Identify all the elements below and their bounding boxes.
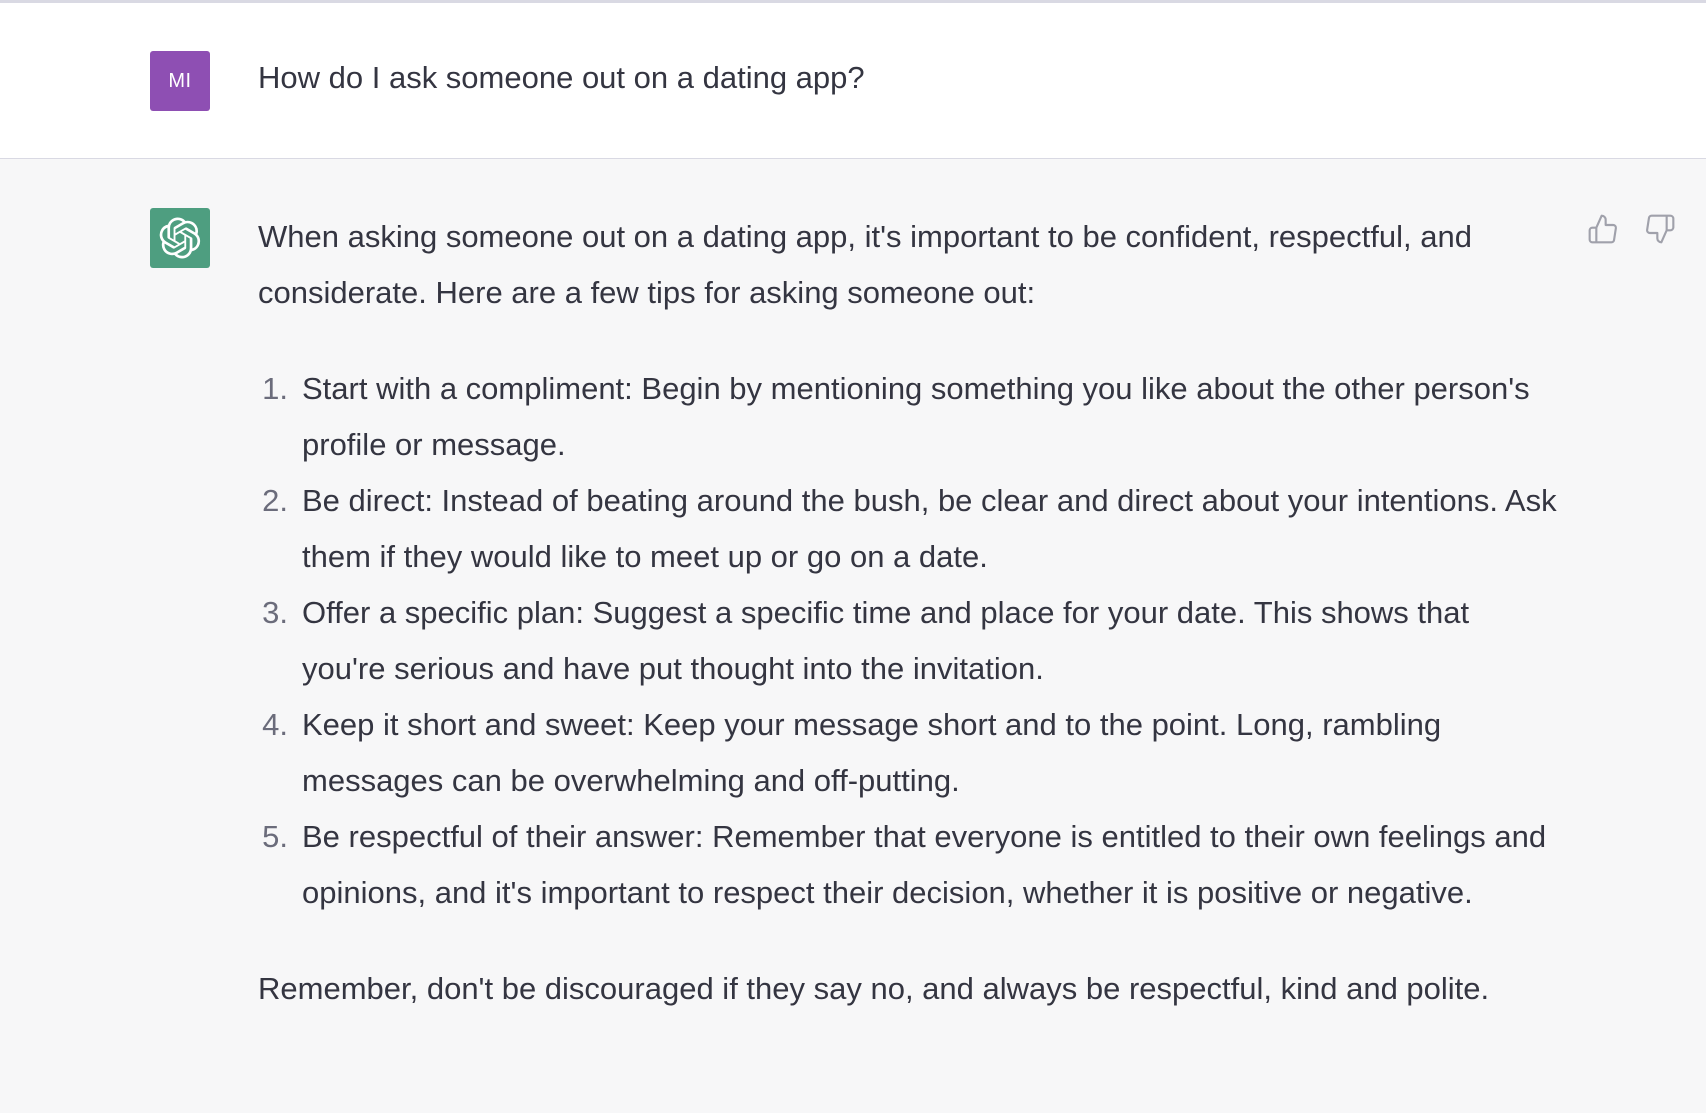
user-avatar: MI — [150, 51, 210, 111]
list-item-text: Offer a specific plan: Suggest a specifi… — [302, 595, 1470, 686]
list-item-number: 5. — [262, 819, 288, 854]
assistant-message-row: When asking someone out on a dating app,… — [0, 160, 1706, 1113]
list-item-number: 1. — [262, 371, 288, 406]
thumbs-up-button[interactable] — [1585, 211, 1621, 247]
user-avatar-initials: MI — [168, 69, 192, 92]
list-item-text: Keep it short and sweet: Keep your messa… — [302, 707, 1442, 798]
assistant-intro-text: When asking someone out on a dating app,… — [258, 219, 1472, 310]
thumbs-up-icon — [1588, 214, 1617, 244]
list-item: 2. Be direct: Instead of beating around … — [258, 473, 1558, 585]
user-message-row: MI How do I ask someone out on a dating … — [0, 3, 1706, 159]
assistant-avatar — [150, 208, 210, 268]
list-item: 3. Offer a specific plan: Suggest a spec… — [258, 585, 1558, 697]
list-item: 1. Start with a compliment: Begin by men… — [258, 361, 1558, 473]
thumbs-down-icon — [1646, 214, 1675, 244]
user-message-text: How do I ask someone out on a dating app… — [258, 60, 865, 95]
list-item-text: Be respectful of their answer: Remember … — [302, 819, 1547, 910]
thumbs-down-button[interactable] — [1642, 211, 1678, 247]
list-item-number: 2. — [262, 483, 288, 518]
list-item: 4. Keep it short and sweet: Keep your me… — [258, 697, 1558, 809]
list-item-number: 4. — [262, 707, 288, 742]
tips-list: 1. Start with a compliment: Begin by men… — [258, 361, 1558, 921]
list-item-text: Start with a compliment: Begin by mentio… — [302, 371, 1530, 462]
list-item-text: Be direct: Instead of beating around the… — [302, 483, 1557, 574]
assistant-closing-text: Remember, don't be discouraged if they s… — [258, 971, 1490, 1006]
list-item: 5. Be respectful of their answer: Rememb… — [258, 809, 1558, 921]
openai-logo-icon — [159, 217, 201, 259]
list-item-number: 3. — [262, 595, 288, 630]
assistant-message-content: When asking someone out on a dating app,… — [258, 209, 1558, 1017]
